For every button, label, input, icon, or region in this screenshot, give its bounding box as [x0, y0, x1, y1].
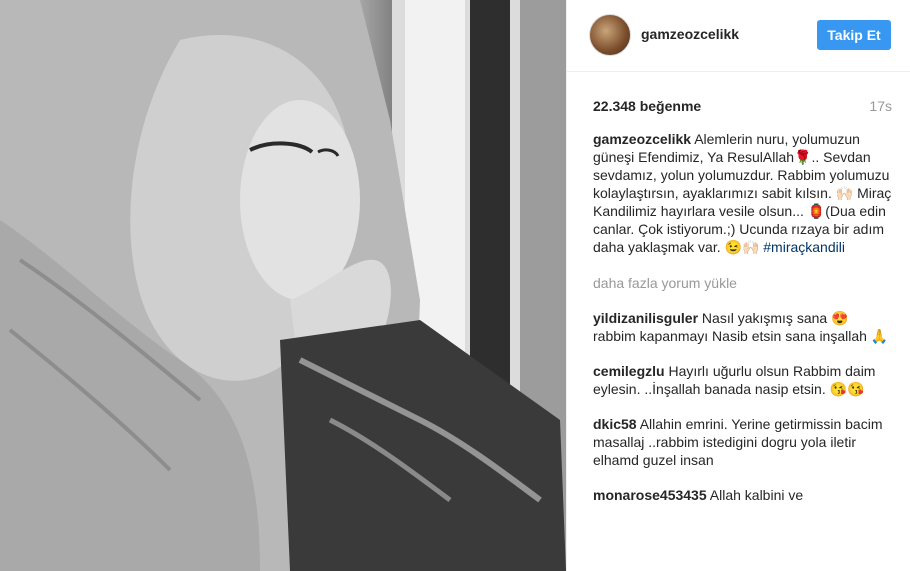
- caption: gamzeozcelikk Alemlerin nuru, yolumuzun …: [593, 130, 893, 256]
- comment-item: dkic58 Allahin emrini. Yerine getirmissi…: [593, 415, 893, 469]
- comment-username[interactable]: monarose453435: [593, 487, 707, 503]
- comment-item: yildizanilisguler Nasıl yakışmış sana 😍 …: [593, 309, 893, 345]
- load-more-comments[interactable]: daha fazla yorum yükle: [593, 274, 893, 292]
- comment-item: cemilegzlu Hayırlı uğurlu olsun Rabbim d…: [593, 362, 893, 398]
- caption-hashtag[interactable]: #miraçkandili: [763, 239, 845, 255]
- comment-username[interactable]: yildizanilisguler: [593, 310, 698, 326]
- username-link[interactable]: gamzeozcelikk: [641, 26, 739, 42]
- likes-count[interactable]: 22.348 beğenme: [593, 98, 701, 114]
- photo-illustration: [0, 0, 566, 571]
- comment-username[interactable]: cemilegzlu: [593, 363, 665, 379]
- avatar[interactable]: [589, 14, 631, 56]
- comments-section: gamzeozcelikk Alemlerin nuru, yolumuzun …: [593, 130, 893, 521]
- caption-text: Alemlerin nuru, yolumuzun güneşi Efendim…: [593, 131, 892, 255]
- post-time[interactable]: 17s: [869, 98, 892, 114]
- caption-username[interactable]: gamzeozcelikk: [593, 131, 691, 147]
- post-header: gamzeozcelikk Takip Et: [567, 0, 910, 72]
- comment-text: Allah kalbini ve: [709, 487, 804, 503]
- post-sidebar: gamzeozcelikk Takip Et 22.348 beğenme 17…: [566, 0, 910, 571]
- comment-item: monarose453435 Allah kalbini ve: [593, 486, 893, 504]
- post-photo[interactable]: [0, 0, 566, 571]
- comment-text: Allahin emrini. Yerine getirmissin bacim…: [593, 416, 883, 468]
- comment-username[interactable]: dkic58: [593, 416, 637, 432]
- follow-button[interactable]: Takip Et: [817, 20, 891, 50]
